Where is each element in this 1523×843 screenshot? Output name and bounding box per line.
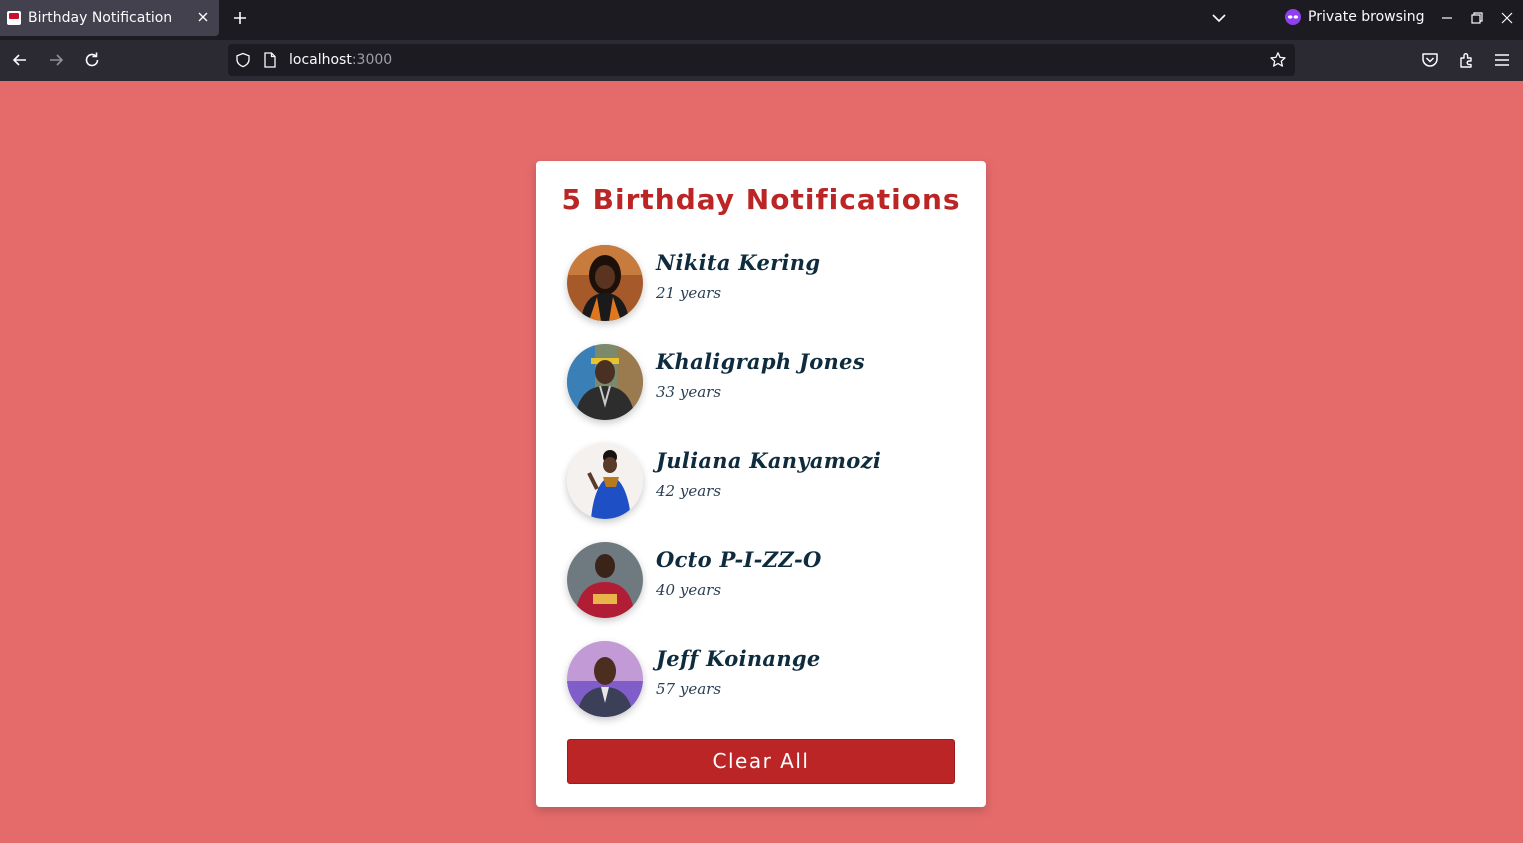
- navigation-bar: localhost:3000: [0, 40, 1523, 81]
- birthday-card: 5 Birthday Notifications Nikita Kering 2…: [536, 161, 986, 807]
- reload-icon[interactable]: [82, 50, 102, 70]
- person-name: Khaligraph Jones: [656, 349, 865, 374]
- private-mask-icon: [1285, 9, 1301, 25]
- clear-all-button[interactable]: Clear All: [567, 739, 955, 784]
- back-arrow-icon[interactable]: [10, 50, 30, 70]
- forward-arrow-icon[interactable]: [46, 50, 66, 70]
- private-browsing-label: Private browsing: [1308, 9, 1425, 25]
- close-window-icon[interactable]: [1498, 9, 1516, 27]
- page-icon: [264, 52, 276, 68]
- avatar: [567, 443, 643, 519]
- birthday-list-item: Jeff Koinange 57 years: [567, 641, 947, 717]
- person-age: 33 years: [656, 383, 722, 401]
- url-port: :3000: [351, 52, 393, 68]
- extensions-icon[interactable]: [1457, 50, 1477, 70]
- url-bar[interactable]: localhost:3000: [228, 44, 1295, 76]
- person-name: Juliana Kanyamozi: [656, 448, 882, 473]
- person-age: 42 years: [656, 482, 722, 500]
- person-name: Nikita Kering: [656, 250, 821, 275]
- tab-title: Birthday Notification: [28, 10, 173, 26]
- shield-icon[interactable]: [235, 52, 251, 68]
- minimize-icon[interactable]: [1438, 9, 1456, 27]
- avatar: [567, 641, 643, 717]
- close-icon[interactable]: [194, 8, 212, 26]
- menu-icon[interactable]: [1492, 50, 1512, 70]
- birthday-list-item: Nikita Kering 21 years: [567, 245, 947, 321]
- page-title: 5 Birthday Notifications: [561, 183, 961, 216]
- star-icon[interactable]: [1269, 51, 1287, 69]
- url-host: localhost: [289, 52, 352, 68]
- avatar: [567, 542, 643, 618]
- restore-icon[interactable]: [1468, 9, 1486, 27]
- plus-icon[interactable]: [230, 8, 250, 28]
- person-age: 21 years: [656, 284, 722, 302]
- tab-strip: Birthday Notification Private browsing: [0, 0, 1523, 40]
- person-age: 57 years: [656, 680, 722, 698]
- active-tab[interactable]: Birthday Notification: [0, 0, 219, 36]
- url-text[interactable]: localhost:3000: [289, 52, 392, 68]
- chevron-down-icon[interactable]: [1209, 8, 1229, 28]
- pocket-icon[interactable]: [1420, 50, 1440, 70]
- person-name: Jeff Koinange: [656, 646, 821, 671]
- birthday-list-item: Juliana Kanyamozi 42 years: [567, 443, 947, 519]
- avatar: [567, 344, 643, 420]
- person-age: 40 years: [656, 581, 722, 599]
- person-name: Octo P-I-ZZ-O: [656, 547, 822, 572]
- birthday-list-item: Octo P-I-ZZ-O 40 years: [567, 542, 947, 618]
- favicon-icon: [7, 11, 21, 25]
- birthday-list-item: Khaligraph Jones 33 years: [567, 344, 947, 420]
- avatar: [567, 245, 643, 321]
